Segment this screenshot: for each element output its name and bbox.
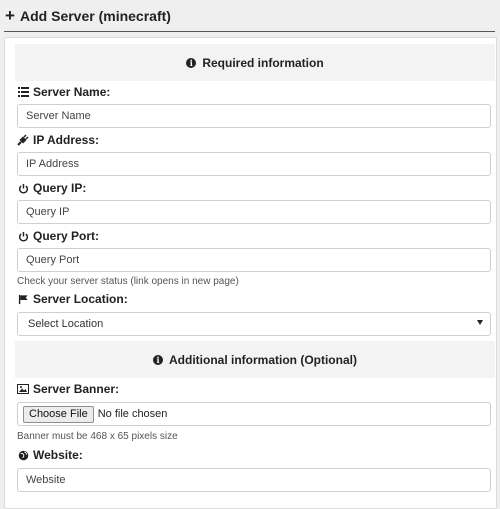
server-banner-label: Server Banner: [17,381,119,397]
server-location-selected: Select Location [28,318,104,330]
ip-address-label: IP Address: [17,132,99,148]
info-icon: i [186,57,197,68]
server-banner-file-input[interactable]: Choose File No file chosen [17,402,491,426]
choose-file-button[interactable]: Choose File [23,405,94,423]
server-location-label-text: Server Location: [33,292,128,306]
globe-icon [17,449,29,461]
server-list-icon [17,86,29,98]
required-info-header: i Required information [15,44,495,81]
server-name-label-text: Server Name: [33,85,111,99]
plug-icon [17,134,29,146]
server-location-label: Server Location: [17,291,128,307]
file-status: No file chosen [97,408,168,420]
query-port-input[interactable] [17,248,491,272]
page-header: + Add Server (minecraft) [0,0,500,32]
website-label-text: Website: [33,448,83,462]
query-port-label-text: Query Port: [33,229,100,243]
ip-address-label-text: IP Address: [33,133,100,147]
server-name-label: Server Name: [17,84,110,100]
server-location-select[interactable]: Select Location [17,312,491,336]
required-info-title: Required information [202,55,324,70]
query-ip-input[interactable] [17,200,491,224]
plus-icon: + [5,6,15,25]
query-ip-label-text: Query IP: [33,181,87,195]
add-server-form: i Required information Server Name: IP A… [4,37,497,509]
query-port-label: Query Port: [17,228,99,244]
power-icon [17,230,29,242]
flag-icon [17,293,29,305]
info-icon: i [153,354,163,365]
additional-info-title: Additional information (Optional) [169,352,357,367]
ip-address-input[interactable] [17,152,491,176]
server-banner-label-text: Server Banner: [33,382,120,396]
additional-info-header: i Additional information (Optional) [15,341,495,378]
image-icon [17,383,29,395]
website-label: Website: [17,447,83,463]
power-icon [17,182,29,194]
server-name-input[interactable] [17,104,491,128]
chevron-down-icon [477,320,483,325]
banner-help: Banner must be 468 x 65 pixels size [17,431,178,442]
page-title: Add Server (minecraft) [20,8,171,24]
header-divider [4,31,495,32]
query-port-help: Check your server status (link opens in … [17,276,239,287]
query-ip-label: Query IP: [17,180,86,196]
website-input[interactable] [17,468,491,492]
